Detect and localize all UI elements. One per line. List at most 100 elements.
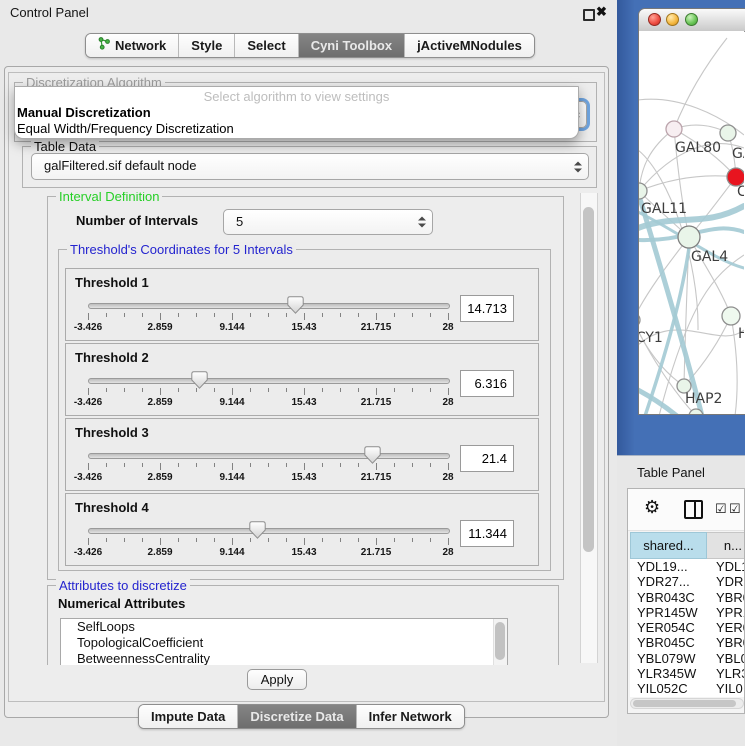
tab-label: Discretize Data — [250, 705, 343, 728]
tick-mark — [232, 538, 233, 545]
tick-mark — [142, 463, 143, 467]
network-node[interactable] — [678, 226, 700, 248]
tick-mark — [394, 538, 395, 542]
close-window-icon[interactable] — [648, 13, 661, 26]
threshold-label: Threshold 3 — [75, 425, 149, 440]
tab-jactivemnodules[interactable]: jActiveMNodules — [405, 34, 534, 57]
column-header-shared-name[interactable]: shared... — [630, 532, 707, 559]
node-label: C — [737, 184, 744, 200]
cell-shared-name: YBR045C — [630, 635, 709, 650]
tick-label: -3.426 — [74, 547, 102, 558]
network-node[interactable] — [639, 313, 640, 327]
tick-mark — [430, 313, 431, 317]
panel-scrollbar[interactable] — [580, 193, 598, 663]
node-label: GA — [732, 146, 744, 162]
network-window-titlebar[interactable] — [639, 9, 745, 32]
tick-mark — [88, 538, 89, 545]
tab-select[interactable]: Select — [235, 34, 298, 57]
network-node[interactable] — [666, 121, 682, 137]
tick-mark — [394, 463, 395, 467]
tick-label: 28 — [442, 547, 453, 558]
slider-thumb[interactable] — [287, 296, 304, 314]
attribute-item[interactable]: TopologicalCoefficient — [61, 635, 507, 651]
minimize-window-icon[interactable] — [666, 13, 679, 26]
slider-thumb[interactable] — [249, 521, 266, 539]
maximize-window-icon[interactable] — [685, 13, 698, 26]
tick-mark — [340, 313, 341, 317]
tick-mark — [250, 463, 251, 467]
threshold-value-field[interactable] — [460, 445, 514, 472]
network-canvas[interactable]: GAL80GACGAL11GAL4GCY1HHAP2 — [639, 31, 744, 414]
table-row[interactable]: YER054CYER0 — [630, 620, 744, 635]
scroll-viewport: Interval Definition Number of Intervals … — [42, 192, 578, 665]
node-label: GCY1 — [639, 330, 663, 346]
table-row[interactable]: YBR045CYBR0 — [630, 635, 744, 650]
slider-ticks — [88, 463, 449, 471]
threshold-label: Threshold 2 — [75, 350, 149, 365]
select-checkbox-icon[interactable]: ☑ — [715, 502, 727, 515]
tick-mark — [232, 313, 233, 320]
table-row[interactable]: YBL079WYBL0 — [630, 651, 744, 666]
network-node[interactable] — [720, 125, 736, 141]
cell-name: YER0 — [709, 620, 744, 635]
table-data-combo[interactable]: galFiltered.sif default node — [31, 153, 589, 180]
dropdown-option-manual[interactable]: Manual Discretization — [15, 105, 578, 121]
tick-mark — [322, 388, 323, 392]
window-title: Control Panel — [10, 5, 89, 20]
tick-mark — [322, 538, 323, 542]
tab-style[interactable]: Style — [179, 34, 235, 57]
dropdown-option-equal-width[interactable]: Equal Width/Frequency Discretization — [15, 121, 578, 137]
attribute-item[interactable]: SelfLoops — [61, 619, 507, 635]
column-header-name[interactable]: n... — [707, 532, 745, 559]
slider-track[interactable] — [88, 303, 450, 309]
network-node[interactable] — [722, 307, 740, 325]
tick-mark — [448, 388, 449, 395]
settings-gear-icon[interactable]: ⚙ — [644, 497, 660, 517]
threshold-value-field[interactable] — [460, 295, 514, 322]
numerical-attributes-list[interactable]: SelfLoopsTopologicalCoefficientBetweenne… — [60, 618, 508, 665]
tick-mark — [286, 388, 287, 392]
number-of-intervals-combo[interactable]: 5 — [223, 209, 433, 235]
tab-cyni-toolbox[interactable]: Cyni Toolbox — [299, 34, 405, 57]
slider-track[interactable] — [88, 453, 450, 459]
list-scrollbar-thumb[interactable] — [495, 622, 505, 660]
close-icon[interactable]: ✖ — [596, 4, 607, 20]
slider-thumb[interactable] — [191, 371, 208, 389]
float-window-icon[interactable] — [583, 9, 595, 21]
slider-track[interactable] — [88, 528, 450, 534]
table-row[interactable]: YIL052CYIL0 — [630, 681, 744, 696]
table-panel-body: ⚙ ☑ ☑ shared... n... YDL19...YDL1YDR27..… — [627, 488, 745, 714]
tab-infer-network[interactable]: Infer Network — [357, 705, 464, 728]
tab-impute-data[interactable]: Impute Data — [139, 705, 238, 728]
table-row[interactable]: YBR043CYBR0 — [630, 590, 744, 605]
tick-mark — [304, 313, 305, 320]
attribute-item[interactable]: BetweennessCentrality — [61, 651, 507, 665]
select-all-checkbox-icon[interactable]: ☑ — [729, 502, 741, 515]
panel-scrollbar-thumb[interactable] — [583, 207, 594, 552]
slider-track[interactable] — [88, 378, 450, 384]
tick-mark — [358, 388, 359, 392]
table-h-scrollbar-thumb[interactable] — [633, 700, 736, 707]
tab-discretize-data[interactable]: Discretize Data — [238, 705, 356, 728]
apply-button[interactable]: Apply — [247, 669, 307, 690]
columns-icon[interactable] — [684, 500, 703, 519]
tick-mark — [88, 388, 89, 395]
table-row[interactable]: YLR345WYLR3 — [630, 666, 744, 681]
slider-thumb[interactable] — [364, 446, 381, 464]
tick-mark — [232, 463, 233, 470]
tab-network[interactable]: Network — [86, 34, 179, 57]
table-row[interactable]: YDR27...YDR2 — [630, 574, 744, 589]
tick-mark — [430, 463, 431, 467]
threshold-value-field[interactable] — [460, 370, 514, 397]
tick-mark — [304, 388, 305, 395]
tick-mark — [394, 313, 395, 317]
table-row[interactable]: YPR145WYPR1 — [630, 605, 744, 620]
table-row[interactable]: YDL19...YDL1 — [630, 559, 744, 574]
network-node[interactable] — [639, 183, 647, 199]
tick-mark — [142, 538, 143, 542]
tick-mark — [124, 313, 125, 317]
tick-mark — [160, 463, 161, 470]
table-h-scrollbar[interactable] — [630, 698, 744, 709]
threshold-value-field[interactable] — [460, 520, 514, 547]
list-scrollbar[interactable] — [493, 619, 507, 665]
